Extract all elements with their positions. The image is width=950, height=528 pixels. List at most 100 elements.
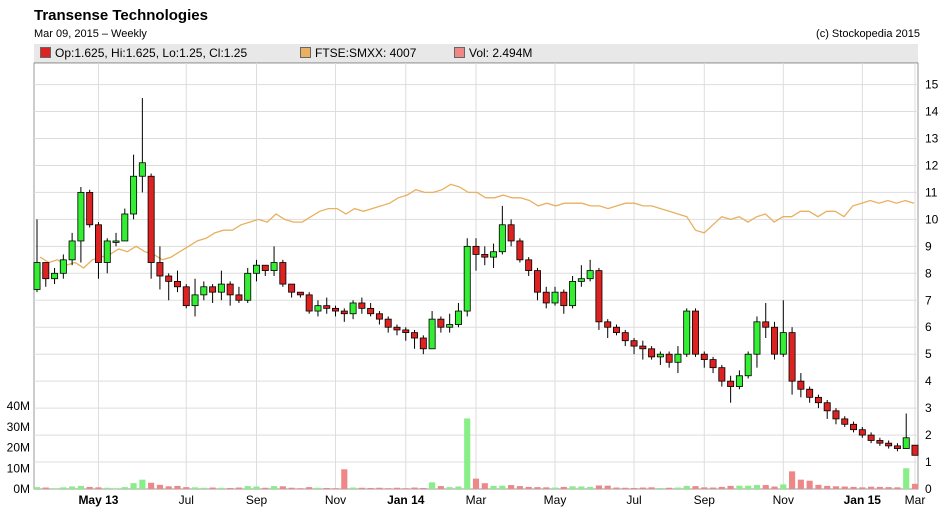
candle [613,324,620,336]
candle [463,238,471,317]
volume-bar [490,485,497,489]
volume-bar [429,482,436,489]
candle [437,316,445,333]
candle-body [42,262,50,280]
candle-body [375,313,383,320]
price-tick-label: 3 [925,401,932,415]
volume-bar [174,485,181,489]
volume-bar [139,479,146,489]
candle-body [727,380,735,387]
volume-bar [709,487,717,489]
candle [507,219,515,247]
candle [911,444,919,456]
volume-bar [42,487,49,489]
volume-bar [525,486,532,489]
candle [481,246,489,266]
volume-bar [112,488,120,490]
volume-bar [876,486,883,489]
candle-body [77,192,85,242]
volume-bar [262,487,269,489]
candle [806,386,814,403]
candle-body [323,305,331,309]
candle-body [841,418,849,425]
price-tick-label: 14 [925,105,939,119]
volume-bar [639,487,646,489]
price-tick-label: 9 [925,239,932,253]
volume-bar [77,485,84,489]
volume-bar [797,479,804,489]
candle [788,327,796,395]
volume-bar [358,487,365,489]
candle [885,440,893,449]
time-tick-label: Mar [466,493,487,507]
volume-bar [33,487,41,489]
candle [692,308,699,357]
candle [902,413,910,449]
candle-body [59,259,67,274]
volume-bar [60,487,67,489]
candle [893,443,901,452]
volume-bar [104,487,111,489]
candle [683,308,691,357]
candle [867,432,875,444]
candle [156,246,164,290]
candle-body [33,262,41,290]
candle-body [358,302,366,309]
volume-bar [692,486,699,489]
volume-bar [279,486,286,489]
candle [288,283,296,298]
candle [419,335,427,355]
time-tick-label: Jan 14 [387,493,425,507]
candle [367,302,375,317]
volume-bar [253,486,260,489]
candle [261,264,269,276]
candle-body [709,359,717,369]
candle [226,281,234,306]
candle [850,421,858,433]
axis-layer: 12345678910111213141500M10M20M30M40MMay … [7,78,939,507]
candle [77,187,85,263]
candle [279,259,287,287]
time-tick-label: Jul [179,493,194,507]
candle [577,265,585,287]
candle-body [823,402,831,412]
candle-body [138,162,146,177]
volume-tick-label: 10M [7,461,30,475]
volume-bar [885,487,892,489]
candle [182,284,190,309]
candle-body [51,272,59,280]
volume-bar [534,487,541,489]
candle [121,208,129,242]
candle-body [885,442,893,447]
candle-body [226,283,234,296]
candle-body [867,434,875,441]
candle [744,351,752,379]
candle-body [560,291,568,307]
volume-bar [306,487,313,489]
candle [542,286,550,309]
volume-bar [350,487,357,489]
volume-tick-label: 20M [7,441,30,455]
candle-body [788,332,796,382]
volume-bar [499,485,506,489]
volume-bar [183,487,190,489]
candle-body [437,318,445,328]
volume-bar [806,480,813,489]
candle-body [814,396,822,404]
candle-body [700,353,708,360]
candle-body [463,245,471,312]
candle [217,270,225,301]
candle-body [648,348,656,358]
volume-tick-label: 0M [13,482,30,496]
candle [94,222,102,279]
candle-body [876,440,884,444]
candle-body [674,353,682,363]
candle [569,276,577,309]
volume-bar [86,486,93,489]
candle-body [516,240,524,261]
candle-body [481,254,489,258]
volume-bar [437,486,444,489]
volume-bar [736,485,743,489]
volume-bar [622,487,629,489]
candle [349,300,357,320]
